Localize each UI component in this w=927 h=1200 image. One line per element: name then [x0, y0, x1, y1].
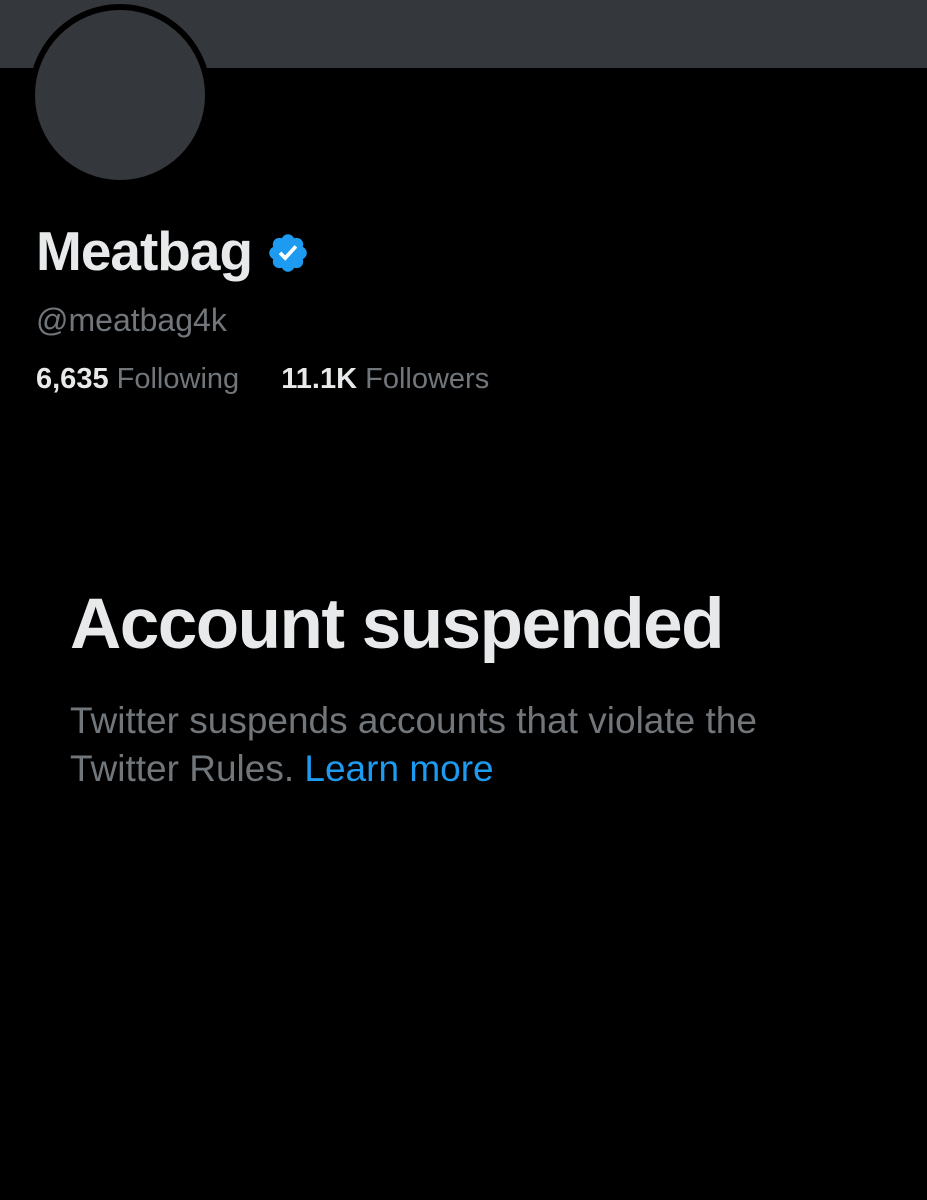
profile-page: Meatbag @meatbag4k 6,635 Following 11.1K… — [0, 0, 927, 1200]
profile-stats: 6,635 Following 11.1K Followers — [36, 360, 489, 398]
display-name: Meatbag — [36, 220, 253, 282]
following-link[interactable]: 6,635 Following — [36, 363, 247, 395]
followers-link[interactable]: 11.1K Followers — [273, 363, 489, 395]
suspended-message: Twitter suspends accounts that violate t… — [70, 697, 870, 793]
avatar[interactable] — [29, 4, 211, 186]
learn-more-link[interactable]: Learn more — [304, 748, 493, 789]
profile-handle: @meatbag4k — [36, 302, 227, 338]
avatar-placeholder — [35, 10, 205, 180]
following-label: Following — [116, 363, 240, 395]
suspended-title: Account suspended — [70, 585, 725, 664]
followers-label: Followers — [365, 363, 490, 395]
following-count: 6,635 — [36, 363, 109, 395]
profile-name-row: Meatbag — [36, 220, 310, 282]
verified-badge-icon[interactable] — [266, 231, 310, 275]
followers-count: 11.1K — [281, 363, 358, 395]
